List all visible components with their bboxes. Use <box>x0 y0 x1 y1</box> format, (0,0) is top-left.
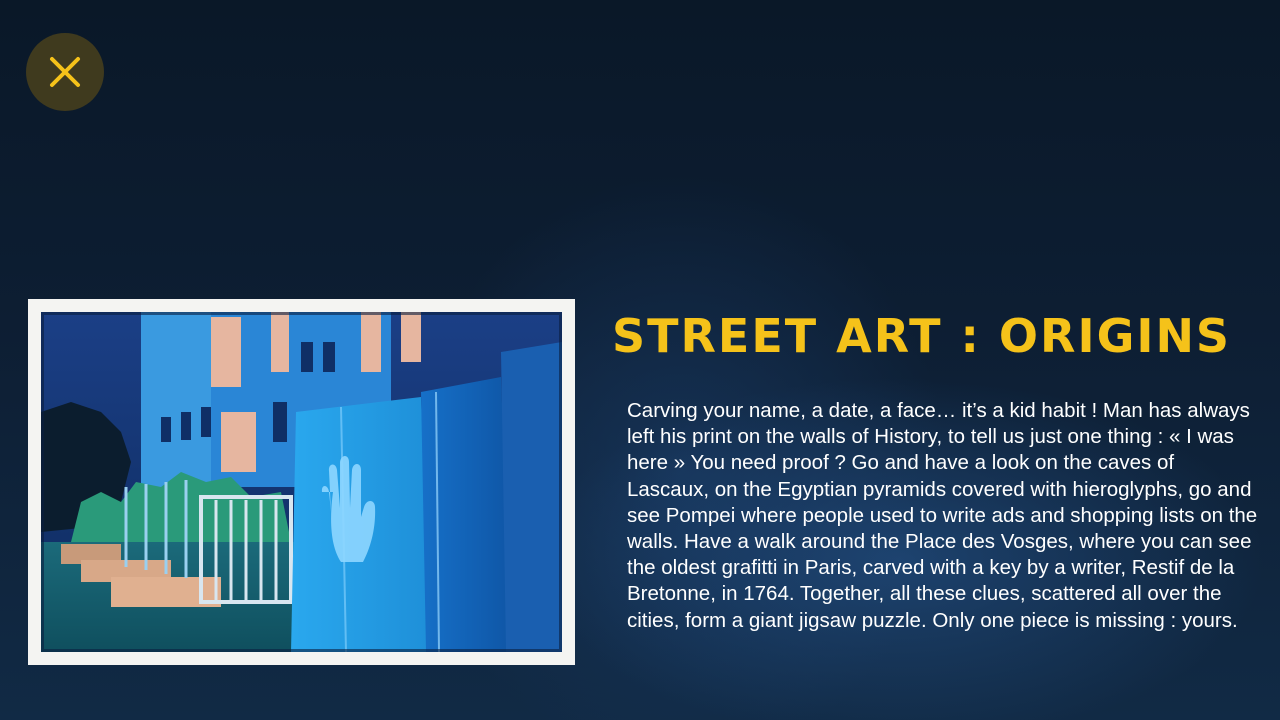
article-body: Carving your name, a date, a face… it’s … <box>627 399 1258 632</box>
close-button[interactable] <box>26 33 104 111</box>
illustration-frame <box>28 299 575 665</box>
close-icon <box>48 55 82 89</box>
street-art-illustration <box>41 312 562 652</box>
article-title: STREET ART : ORIGINS <box>612 309 1232 363</box>
